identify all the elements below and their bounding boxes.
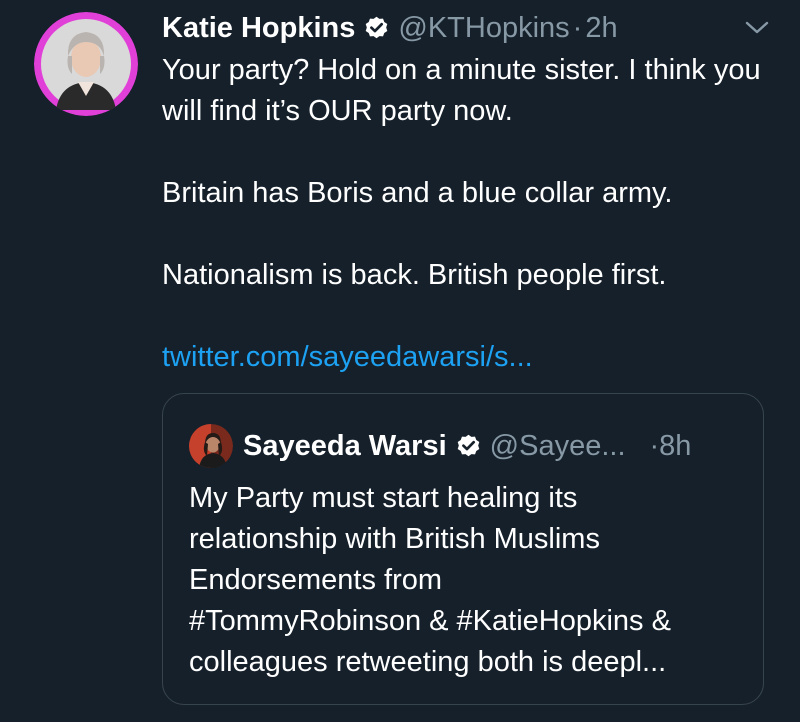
quoted-tweet-line: My Party must start healing its [189, 482, 578, 514]
verified-badge-icon [455, 433, 482, 460]
verified-badge-icon [363, 15, 390, 42]
quoted-tweet-header: Sayeeda Warsi @Sayee... ·8h [243, 424, 691, 468]
quoted-tweet-line: relationship with British Muslims [189, 523, 600, 555]
tweet-link[interactable]: twitter.com/sayeedawarsi/s... [162, 337, 533, 378]
quoted-author-avatar[interactable] [189, 424, 233, 468]
quoted-tweet-line: Endorsements from [189, 564, 443, 596]
author-handle[interactable]: @KTHopkins [398, 12, 569, 45]
tweet-paragraph: Nationalism is back. British people firs… [162, 259, 667, 291]
tweet[interactable]: Katie Hopkins @KTHopkins · 2h Your party… [0, 0, 800, 722]
author-name[interactable]: Katie Hopkins [162, 12, 355, 45]
tweet-paragraph: Britain has Boris and a blue collar army… [162, 177, 673, 209]
tweet-body: Your party? Hold on a minute sister. I t… [162, 50, 772, 378]
chevron-down-icon[interactable] [744, 18, 770, 38]
quoted-tweet[interactable]: Sayeeda Warsi @Sayee... ·8h My Party mus… [162, 393, 764, 705]
quoted-author-name[interactable]: Sayeeda Warsi [243, 430, 447, 463]
author-avatar[interactable] [34, 12, 138, 116]
separator-dot: · [572, 11, 583, 44]
tweet-timestamp[interactable]: 2h [585, 12, 617, 45]
quoted-author-handle[interactable]: @Sayee... [490, 430, 626, 463]
quoted-tweet-timestamp[interactable]: ·8h [650, 430, 692, 463]
quoted-tweet-text: My Party must start healing its relation… [189, 478, 759, 683]
tweet-paragraph: Your party? Hold on a minute sister. I t… [162, 54, 761, 127]
quoted-tweet-line: colleagues retweeting both is deepl... [189, 646, 667, 678]
tweet-header: Katie Hopkins @KTHopkins · 2h [162, 8, 618, 48]
quoted-tweet-line: #TommyRobinson & #KatieHopkins & [189, 605, 671, 637]
